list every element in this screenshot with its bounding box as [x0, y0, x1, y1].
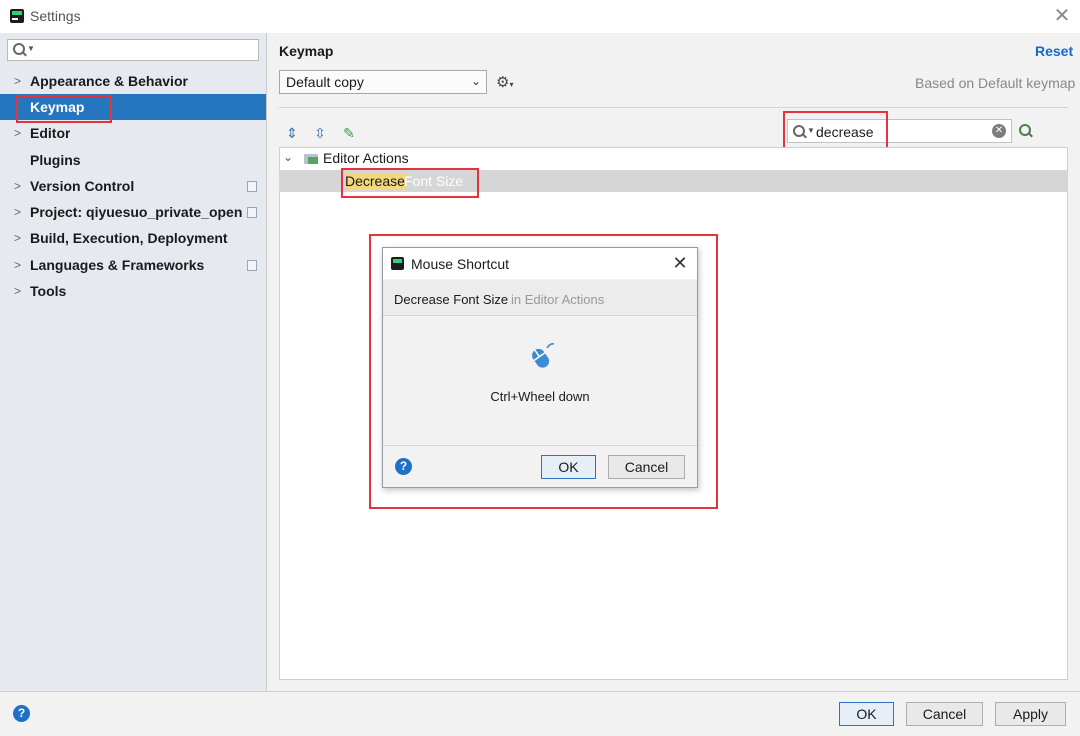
close-window-button[interactable]: ✕ [1052, 5, 1072, 27]
pycharm-logo-icon [391, 257, 404, 270]
dialog-title: Mouse Shortcut [411, 256, 510, 272]
window-title: Settings [30, 8, 81, 24]
chevron-right-icon: > [14, 179, 22, 193]
sidebar-item-version-control[interactable]: > Version Control [0, 173, 266, 199]
folder-icon [304, 154, 318, 164]
apply-button[interactable]: Apply [995, 702, 1066, 726]
sidebar-item-editor[interactable]: > Editor [0, 120, 266, 146]
reset-link[interactable]: Reset [1035, 43, 1073, 59]
chevron-right-icon: > [14, 258, 22, 272]
dialog-cancel-button[interactable]: Cancel [608, 455, 685, 479]
sidebar-item-build-execution-deployment[interactable]: > Build, Execution, Deployment [0, 225, 266, 251]
tree-row-editor-actions[interactable]: ⌄ Editor Actions [279, 148, 1068, 169]
chevron-down-icon: ⌄ [470, 74, 481, 88]
clear-icon[interactable]: ✕ [992, 124, 1006, 138]
divider [0, 691, 1080, 692]
mouse-icon [532, 343, 555, 368]
chevron-right-icon: > [14, 126, 22, 140]
pycharm-logo-icon [10, 9, 24, 23]
tree-group-label: Editor Actions [323, 150, 409, 166]
action-highlight-box [341, 168, 479, 198]
find-by-shortcut-icon[interactable] [1017, 124, 1033, 142]
mouse-shortcut-value: Ctrl+Wheel down [490, 389, 590, 404]
search-icon [1019, 124, 1031, 136]
project-scope-icon [247, 207, 257, 218]
divider [279, 107, 1068, 108]
cancel-button[interactable]: Cancel [906, 702, 983, 726]
sidebar-item-project[interactable]: > Project: qiyuesuo_private_open... [0, 199, 266, 225]
chevron-down-icon[interactable]: ⌄ [283, 150, 293, 164]
gear-icon[interactable]: ⚙▾ [496, 73, 518, 91]
dialog-title-bar: Mouse Shortcut ✕ [383, 248, 697, 279]
based-on-label: Based on Default keymap [915, 75, 1076, 91]
dialog-action-name: Decrease Font Size [394, 292, 509, 307]
project-scope-icon [247, 260, 257, 271]
mouse-shortcut-dialog: Mouse Shortcut ✕ Decrease Font Size in E… [382, 247, 698, 488]
keymap-select-value: Default copy [286, 74, 364, 90]
dialog-help-button[interactable]: ? [395, 458, 412, 475]
pencil-icon[interactable]: ✎ [341, 124, 357, 142]
help-button[interactable]: ? [13, 705, 30, 722]
search-icon [13, 43, 25, 55]
keymap-select[interactable]: Default copy ⌄ [279, 70, 487, 94]
chevron-right-icon: > [14, 231, 22, 245]
chevron-right-icon: > [14, 205, 22, 219]
page-title: Keymap [279, 43, 334, 59]
settings-sidebar: ▼ > Appearance & Behavior Keymap > Edito… [0, 33, 267, 691]
sidebar-search-input[interactable]: ▼ [7, 39, 259, 61]
chevron-right-icon: > [14, 284, 22, 298]
collapse-all-icon[interactable]: ⇳ [312, 124, 328, 142]
close-icon[interactable]: ✕ [671, 253, 689, 273]
chevron-right-icon: > [14, 74, 22, 88]
sidebar-item-tools[interactable]: > Tools [0, 278, 266, 304]
title-bar: Settings ✕ [0, 0, 1080, 33]
expand-all-icon[interactable]: ⇕ [284, 124, 300, 142]
sidebar-item-appearance-behavior[interactable]: > Appearance & Behavior [0, 68, 266, 94]
chevron-down-icon: ▼ [27, 44, 35, 53]
sidebar-item-languages-frameworks[interactable]: > Languages & Frameworks [0, 252, 266, 278]
dialog-action-group: in Editor Actions [511, 292, 605, 307]
search-highlight-box [783, 111, 888, 150]
sidebar-item-plugins[interactable]: Plugins [0, 147, 266, 173]
dialog-ok-button[interactable]: OK [541, 455, 596, 479]
divider [383, 445, 697, 446]
project-scope-icon [247, 181, 257, 192]
keymap-highlight-box [16, 95, 112, 123]
ok-button[interactable]: OK [839, 702, 894, 726]
